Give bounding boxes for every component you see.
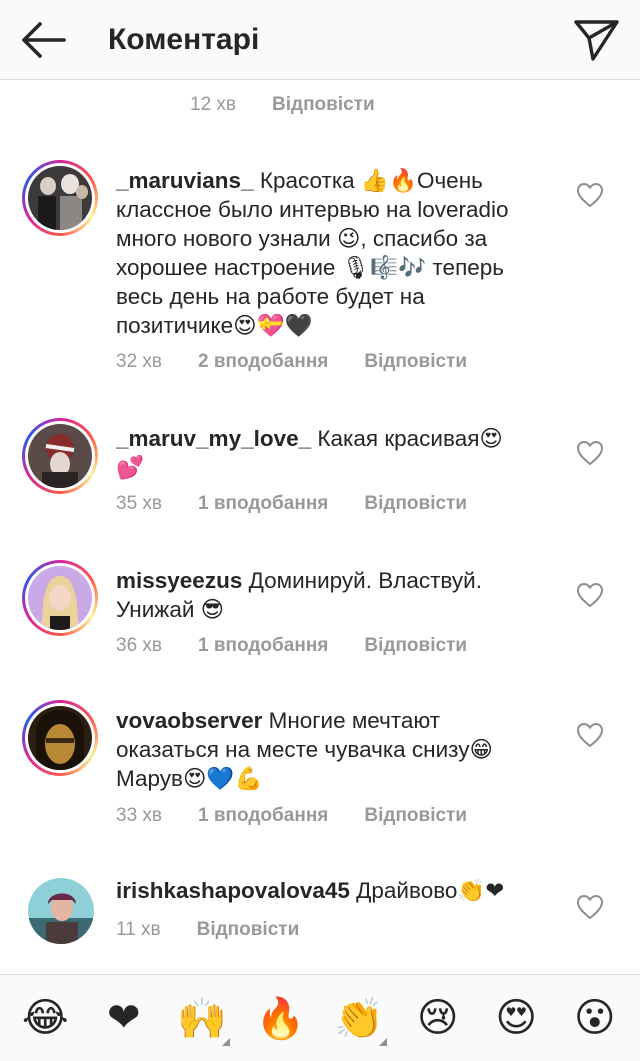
emoji-button-fire[interactable]: 🔥 bbox=[251, 988, 311, 1048]
emoji-button-heart-eyes[interactable]: 😍 bbox=[486, 988, 546, 1048]
heart-icon bbox=[576, 182, 604, 208]
like-button[interactable] bbox=[576, 182, 606, 210]
like-button[interactable] bbox=[576, 440, 606, 468]
skin-tone-indicator bbox=[379, 1038, 388, 1046]
like-button[interactable] bbox=[576, 894, 606, 922]
likes-count[interactable]: 1 вподобання bbox=[198, 804, 328, 828]
likes-count[interactable]: 1 вподобання bbox=[198, 634, 328, 658]
reply-button[interactable]: Відповісти bbox=[364, 804, 467, 828]
paper-plane-icon bbox=[574, 20, 619, 61]
like-button[interactable] bbox=[576, 582, 606, 610]
top-bar: Коментарі bbox=[0, 0, 640, 80]
comment-time: 33 хв bbox=[116, 805, 163, 826]
heart-icon bbox=[576, 722, 604, 748]
heart-icon bbox=[576, 440, 604, 466]
reply-button[interactable]: Відповісти bbox=[364, 492, 467, 516]
avatar[interactable] bbox=[22, 418, 98, 494]
heart-icon bbox=[576, 582, 604, 608]
skin-tone-indicator bbox=[222, 1038, 231, 1046]
emoji-button-joy[interactable]: 😂 bbox=[15, 988, 75, 1048]
emoji-button-raised-hands[interactable]: 🙌 bbox=[172, 988, 232, 1048]
comment-text: missyeezus Доминируй. Властвуй. Унижай 😎 bbox=[116, 566, 526, 624]
reply-button[interactable]: Відповісти bbox=[364, 634, 467, 658]
comment-username[interactable]: missyeezus bbox=[116, 568, 242, 593]
clap-icon: 👏 bbox=[334, 995, 385, 1042]
reply-button[interactable]: Відповісти bbox=[364, 350, 467, 374]
share-button[interactable] bbox=[572, 14, 622, 64]
likes-count[interactable]: 1 вподобання bbox=[198, 492, 328, 516]
comment-time: 32 хв bbox=[116, 351, 163, 372]
comment-meta: 35 хв 1 вподобання Відповісти bbox=[116, 492, 467, 516]
previous-comment-meta: 12 хв Відповісти bbox=[190, 92, 375, 118]
emoji-button-heart[interactable]: ❤ bbox=[94, 988, 154, 1048]
likes-count[interactable]: 2 вподобання bbox=[198, 350, 328, 374]
like-button[interactable] bbox=[576, 722, 606, 750]
comment-text: _maruv_my_love_ Какая красивая😍💕 bbox=[116, 424, 526, 482]
emoji-button-cry[interactable]: 😢 bbox=[408, 988, 468, 1048]
comment-username[interactable]: _maruvians_ bbox=[116, 168, 254, 193]
comment-text: irishkashapovalova45 Драйвово👏❤ bbox=[116, 876, 526, 905]
comment-body: Красотка 👍🔥Очень классное было интервью … bbox=[116, 168, 509, 338]
back-button[interactable] bbox=[18, 18, 68, 62]
comment-text: vovaobserver Многие мечтают оказаться на… bbox=[116, 706, 526, 793]
comment-username[interactable]: vovaobserver bbox=[116, 708, 262, 733]
reply-button[interactable]: Відповісти bbox=[272, 92, 375, 118]
arrow-left-icon bbox=[22, 22, 66, 58]
heart-icon bbox=[576, 894, 604, 920]
comment-time: 11 хв bbox=[116, 919, 161, 940]
avatar[interactable] bbox=[28, 878, 94, 944]
page-title: Коментарі bbox=[108, 23, 260, 56]
avatar[interactable] bbox=[22, 160, 98, 236]
comment-time: 35 хв bbox=[116, 493, 163, 514]
avatar[interactable] bbox=[22, 560, 98, 636]
comment-body: Драйвово👏❤ bbox=[356, 878, 505, 903]
raised-hands-icon: 🙌 bbox=[177, 995, 228, 1042]
comment-username[interactable]: _maruv_my_love_ bbox=[116, 426, 311, 451]
comment-time: 12 хв bbox=[190, 94, 237, 115]
reply-button[interactable]: Відповісти bbox=[197, 918, 300, 942]
avatar[interactable] bbox=[22, 700, 98, 776]
comment-meta: 32 хв 2 вподобання Відповісти bbox=[116, 350, 467, 374]
comment-text: _maruvians_ Красотка 👍🔥Очень классное бы… bbox=[116, 166, 526, 340]
emoji-button-clap[interactable]: 👏 bbox=[329, 988, 389, 1048]
comment-meta: 36 хв 1 вподобання Відповісти bbox=[116, 634, 467, 658]
comment-username[interactable]: irishkashapovalova45 bbox=[116, 878, 350, 903]
emoji-button-surprised[interactable]: 😮 bbox=[565, 988, 625, 1048]
comment-meta: 11 хв Відповісти bbox=[116, 918, 299, 942]
emoji-quick-bar: 😂 ❤ 🙌 🔥 👏 😢 😍 😮 bbox=[0, 974, 640, 1061]
comment-meta: 33 хв 1 вподобання Відповісти bbox=[116, 804, 467, 828]
comment-time: 36 хв bbox=[116, 635, 163, 656]
